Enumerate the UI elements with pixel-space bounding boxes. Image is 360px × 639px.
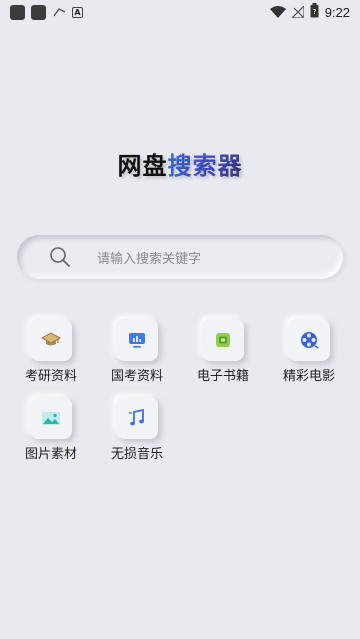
monitor-chart-icon xyxy=(129,333,145,348)
category-label: 国考资料 xyxy=(110,369,163,384)
title-part-2: 搜索器 xyxy=(167,152,243,180)
film-reel-icon xyxy=(301,332,319,349)
app-icon-2 xyxy=(31,4,46,20)
category-guokao[interactable]: 国考资料 xyxy=(95,319,179,384)
category-ebook[interactable]: 电子书籍 xyxy=(181,319,265,384)
page-title: 网盘搜索器 xyxy=(0,146,360,181)
graduation-cap-icon xyxy=(41,332,61,346)
category-images[interactable]: 图片素材 xyxy=(9,397,93,462)
app-icon-1 xyxy=(10,4,25,20)
battery-icon: ? xyxy=(310,2,319,22)
category-tile[interactable] xyxy=(288,319,330,361)
ebook-icon xyxy=(216,333,230,347)
category-kaoyan[interactable]: 考研资料 xyxy=(9,319,93,384)
status-left: A xyxy=(10,4,83,20)
category-label: 考研资料 xyxy=(24,369,77,384)
status-time: 9:22 xyxy=(324,4,350,20)
category-label: 精彩电影 xyxy=(282,369,335,384)
category-label: 电子书籍 xyxy=(196,369,249,384)
status-bar: A ? 9:22 xyxy=(0,0,360,24)
wifi-icon xyxy=(269,3,286,22)
font-a-icon: A xyxy=(72,6,83,18)
status-right: ? 9:22 xyxy=(269,2,350,22)
category-music[interactable]: 无损音乐 xyxy=(95,397,179,462)
category-tile[interactable] xyxy=(116,319,158,361)
search-icon xyxy=(50,247,70,267)
category-movie[interactable]: 精彩电影 xyxy=(267,319,351,384)
image-icon xyxy=(42,412,60,425)
title-part-1: 网盘 xyxy=(117,152,168,180)
category-label: 图片素材 xyxy=(24,447,77,462)
category-tile[interactable] xyxy=(30,319,72,361)
cast-icon xyxy=(52,5,66,19)
music-note-icon xyxy=(129,408,144,426)
search-input[interactable]: 请输入搜索关键字 xyxy=(17,235,343,279)
category-tile[interactable] xyxy=(116,397,158,439)
category-tile[interactable] xyxy=(202,319,244,361)
category-label: 无损音乐 xyxy=(110,447,163,462)
category-tile[interactable] xyxy=(30,397,72,439)
search-placeholder: 请输入搜索关键字 xyxy=(97,251,202,267)
svg-text:?: ? xyxy=(312,8,316,16)
signal-off-icon xyxy=(290,3,305,22)
